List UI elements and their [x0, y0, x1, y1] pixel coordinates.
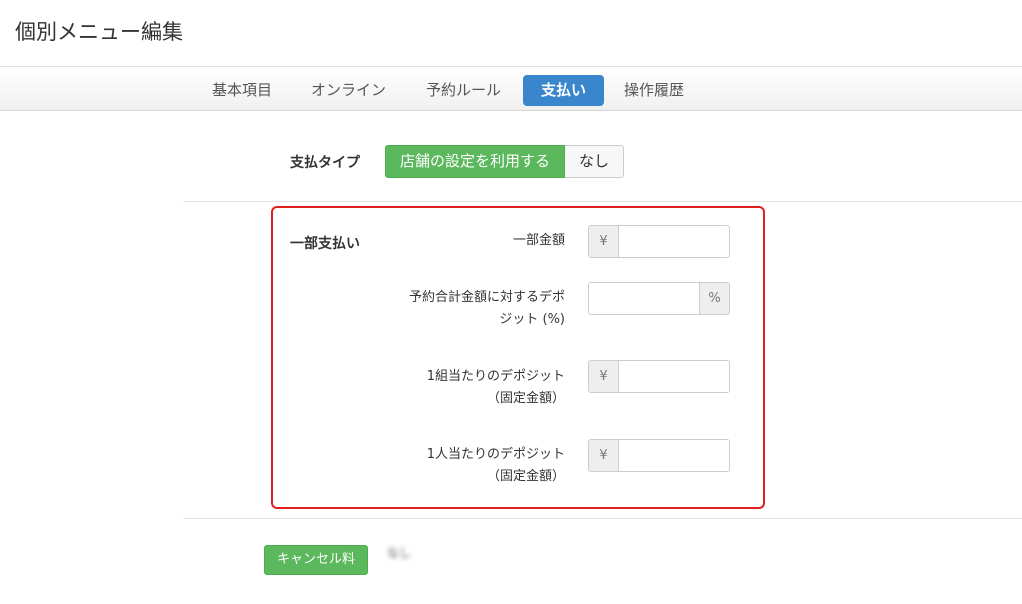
- deposit-per-group-input[interactable]: [619, 361, 729, 392]
- partial-amount-input-group: ¥: [588, 225, 730, 258]
- payment-type-toggle: 店舗の設定を利用する なし: [385, 145, 625, 178]
- tab-basic[interactable]: 基本項目: [194, 75, 290, 106]
- deposit-per-group-label: 1組当たりのデポジット （固定金額）: [426, 369, 565, 406]
- deposit-percent-input-group: %: [588, 282, 730, 315]
- use-shop-settings-button[interactable]: 店舗の設定を利用する: [385, 145, 566, 178]
- divider: [183, 201, 1022, 202]
- deposit-per-person-label: 1人当たりのデポジット （固定金額）: [426, 447, 565, 484]
- none-button[interactable]: なし: [565, 145, 625, 178]
- divider: [183, 518, 1022, 519]
- yen-addon: ¥: [589, 226, 619, 257]
- deposit-percent-input[interactable]: [589, 283, 699, 314]
- yen-addon: ¥: [589, 361, 619, 392]
- deposit-per-person-input[interactable]: [619, 440, 729, 471]
- partial-amount-input[interactable]: [619, 226, 729, 257]
- page-title: 個別メニュー編集: [15, 20, 183, 44]
- deposit-per-person-input-group: ¥: [588, 439, 730, 472]
- cancel-fee-button[interactable]: キャンセル料: [264, 545, 368, 575]
- deposit-per-group-input-group: ¥: [588, 360, 730, 393]
- tab-history[interactable]: 操作履歴: [606, 75, 702, 106]
- tab-bar: 基本項目 オンライン 予約ルール 支払い 操作履歴: [0, 66, 1022, 111]
- tab-payment[interactable]: 支払い: [523, 75, 605, 106]
- tab-reservation-rules[interactable]: 予約ルール: [408, 75, 519, 106]
- deposit-percent-label: 予約合計金額に対するデポ ジット (%): [408, 290, 565, 327]
- tab-online[interactable]: オンライン: [293, 75, 404, 106]
- yen-addon: ¥: [589, 440, 619, 471]
- cancel-fee-status: なし: [387, 546, 412, 560]
- partial-payment-label: 一部支払い: [290, 236, 360, 252]
- partial-amount-label: 一部金額: [512, 233, 565, 248]
- percent-addon: %: [699, 283, 729, 314]
- payment-type-label: 支払タイプ: [290, 155, 360, 171]
